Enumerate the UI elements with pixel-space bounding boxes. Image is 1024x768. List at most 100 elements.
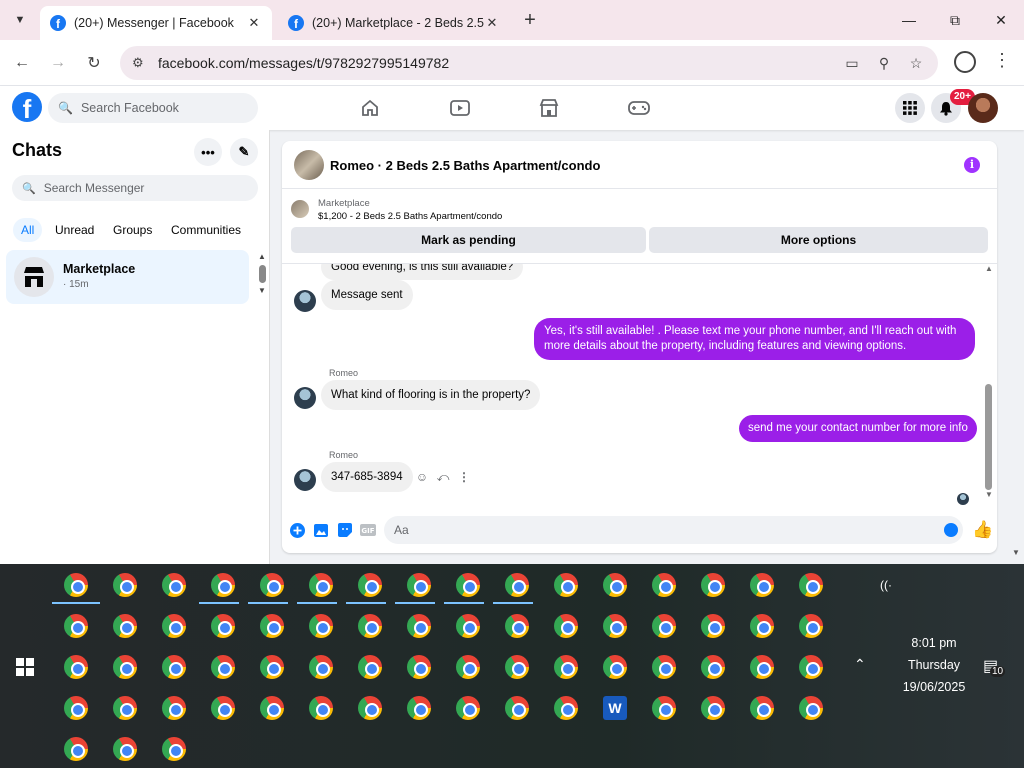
forward-arrow-icon[interactable]: → [45,50,71,76]
facebook-logo-icon[interactable]: f [12,92,42,122]
zoom-icon[interactable]: ⚲ [872,46,896,80]
url-bar[interactable]: ⚙ facebook.com/messages/t/97829279951497… [120,46,938,80]
filter-groups[interactable]: Groups [105,218,160,242]
new-tab-plus-icon[interactable]: + [518,8,542,32]
chrome-icon[interactable] [701,696,725,720]
scroll-thumb[interactable] [985,384,992,490]
chrome-icon[interactable] [64,614,88,638]
chrome-icon[interactable] [456,655,480,679]
tray-chevron-up-icon[interactable]: ⌃ [854,656,866,673]
chat-list-scrollbar[interactable]: ▲ ▼ [258,252,266,302]
listing-title[interactable]: $1,200 - 2 Beds 2.5 Baths Apartment/cond… [318,211,502,222]
chrome-icon[interactable] [456,696,480,720]
chrome-icon[interactable] [652,573,676,597]
photo-icon[interactable] [312,521,330,539]
chrome-icon[interactable] [211,614,235,638]
more-options-button[interactable]: More options [649,227,988,253]
chrome-icon[interactable] [554,655,578,679]
restore-icon[interactable]: ⧉ [932,0,978,40]
back-arrow-icon[interactable]: ← [9,50,35,76]
minimize-icon[interactable]: — [886,0,932,40]
chrome-icon[interactable] [309,573,333,597]
chrome-icon[interactable] [113,614,137,638]
conversation-scrollbar[interactable]: ▲ ▼ [983,264,995,504]
chrome-icon[interactable] [456,614,480,638]
info-icon[interactable]: i [964,157,980,173]
chrome-icon[interactable] [652,614,676,638]
plus-circle-icon[interactable] [288,521,306,539]
filter-communities[interactable]: Communities [163,218,249,242]
chrome-icon[interactable] [309,696,333,720]
chrome-icon[interactable] [603,655,627,679]
chrome-icon[interactable] [554,614,578,638]
chrome-icon[interactable] [358,573,382,597]
install-app-icon[interactable]: ▭ [840,46,864,80]
scroll-up-arrow-icon[interactable]: ▲ [983,264,995,274]
chrome-icon[interactable] [554,573,578,597]
filter-all[interactable]: All [13,218,43,242]
wifi-icon[interactable]: ((· [880,578,892,592]
bookmark-star-icon[interactable]: ☆ [904,46,928,80]
tab-marketplace[interactable]: f (20+) Marketplace - 2 Beds 2.5 ✕ [278,6,510,40]
chrome-icon[interactable] [701,573,725,597]
chrome-icon[interactable] [113,696,137,720]
chrome-icon[interactable] [211,573,235,597]
chrome-icon[interactable] [407,573,431,597]
windows-start-icon[interactable] [16,658,34,676]
chrome-icon[interactable] [162,614,186,638]
chrome-icon[interactable] [505,696,529,720]
chrome-icon[interactable] [701,655,725,679]
chrome-icon[interactable] [309,614,333,638]
chrome-icon[interactable] [162,696,186,720]
scroll-down-arrow-icon[interactable]: ▼ [983,490,995,500]
message-more-icon[interactable]: ⋮ [456,469,472,485]
chrome-icon[interactable] [750,614,774,638]
chrome-icon[interactable] [260,614,284,638]
tab-close-icon[interactable]: ✕ [484,15,500,31]
chrome-icon[interactable] [309,655,333,679]
chrome-icon[interactable] [64,655,88,679]
profile-icon[interactable] [954,51,976,73]
sticker-icon[interactable] [336,521,354,539]
site-info-icon[interactable]: ⚙ [132,55,150,71]
clock-time[interactable]: 8:01 pm [894,636,974,650]
chrome-icon[interactable] [358,655,382,679]
chrome-icon[interactable] [603,573,627,597]
chrome-icon[interactable] [505,573,529,597]
chrome-icon[interactable] [260,573,284,597]
chrome-icon[interactable] [505,614,529,638]
chrome-icon[interactable] [211,655,235,679]
chrome-icon[interactable] [799,696,823,720]
reload-icon[interactable]: ↻ [81,50,107,76]
tab-messenger[interactable]: f (20+) Messenger | Facebook ✕ [40,6,272,40]
tab-search-chevron-icon[interactable]: ▼ [8,8,32,32]
chrome-icon[interactable] [162,655,186,679]
chrome-icon[interactable] [554,696,578,720]
emoji-icon[interactable] [944,523,958,537]
scroll-up-arrow-icon[interactable]: ▲ [258,252,266,262]
message-input[interactable]: Aa [384,516,963,544]
facebook-search-input[interactable]: 🔍 Search Facebook [48,93,258,123]
chrome-icon[interactable] [750,696,774,720]
window-close-icon[interactable]: ✕ [978,0,1024,40]
chrome-icon[interactable] [113,655,137,679]
menu-grid-icon[interactable] [895,93,925,123]
listing-thumbnail[interactable] [291,200,309,218]
chrome-icon[interactable] [211,696,235,720]
video-icon[interactable] [449,98,471,118]
scroll-down-arrow-icon[interactable]: ▼ [258,286,266,296]
chrome-icon[interactable] [652,696,676,720]
chrome-icon[interactable] [64,696,88,720]
chrome-icon[interactable] [64,737,88,761]
chrome-icon[interactable] [260,655,284,679]
chrome-icon[interactable] [701,614,725,638]
chrome-icon[interactable] [799,614,823,638]
thumbs-up-icon[interactable]: 👍 [972,520,993,540]
chrome-icon[interactable] [113,573,137,597]
chat-list-item[interactable]: Marketplace · 15m [6,250,249,304]
word-icon[interactable]: W [603,696,627,720]
chrome-icon[interactable] [162,573,186,597]
chrome-icon[interactable] [407,655,431,679]
chrome-icon[interactable] [799,573,823,597]
chrome-icon[interactable] [456,573,480,597]
